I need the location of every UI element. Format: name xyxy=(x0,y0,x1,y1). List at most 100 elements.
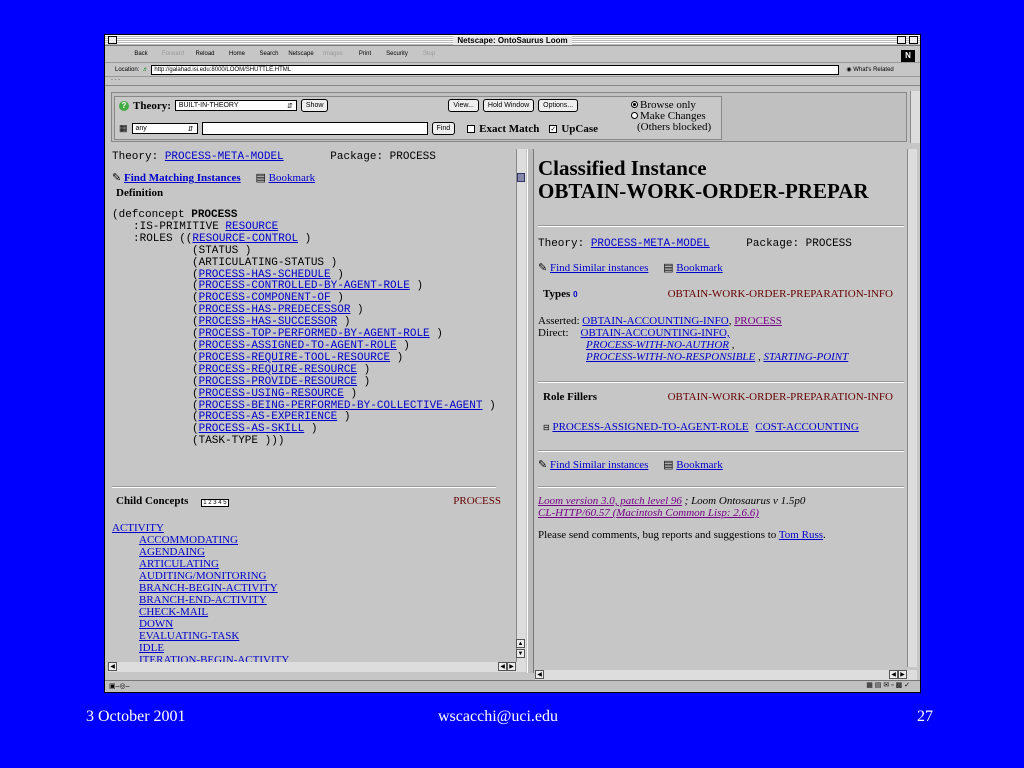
role-link[interactable]: PROCESS-AS-SKILL xyxy=(199,423,305,435)
nav-button-security[interactable]: Security xyxy=(381,51,413,57)
collapse-box-icon[interactable] xyxy=(909,36,918,44)
asserted-type-link[interactable]: OBTAIN-ACCOUNTING-INFO xyxy=(582,315,728,327)
direct-label: Direct: xyxy=(538,327,569,339)
zoom-box-icon[interactable] xyxy=(897,36,906,44)
role-link[interactable]: PROCESS-HAS-PREDECESSOR xyxy=(199,304,351,316)
make-changes-radio[interactable] xyxy=(631,112,638,119)
child-concept-link[interactable]: ARTICULATING xyxy=(139,558,219,570)
frame-divider[interactable] xyxy=(527,149,534,673)
find-similar-link[interactable]: Find Similar instances xyxy=(550,459,648,471)
role-link[interactable]: PROCESS-COMPONENT-OF xyxy=(199,292,331,304)
show-button[interactable]: Show xyxy=(300,99,329,112)
bookmark-link[interactable]: Bookmark xyxy=(676,459,722,471)
nav-button-reload[interactable]: Reload xyxy=(189,51,221,57)
level-selector-icon[interactable]: 1 2 3 4 5 xyxy=(201,499,229,507)
scroll-up-icon[interactable]: ▲ xyxy=(516,639,525,648)
left-pane-scrollbar[interactable]: ▲ ▼ xyxy=(516,149,526,663)
child-concept-link[interactable]: AUDITING/MONITORING xyxy=(139,570,267,582)
child-concept-link[interactable]: IDLE xyxy=(139,642,164,654)
child-concept-link[interactable]: DOWN xyxy=(139,618,173,630)
help-icon[interactable]: ? xyxy=(119,100,129,111)
role-link[interactable]: PROCESS-AS-EXPERIENCE xyxy=(199,411,338,423)
browse-only-radio[interactable] xyxy=(631,101,638,108)
role-link[interactable]: PROCESS-HAS-SCHEDULE xyxy=(199,269,331,281)
theory-select[interactable]: BUILT-IN-THEORY ⇵ xyxy=(174,100,297,111)
nav-button-netscape[interactable]: Netscape xyxy=(285,51,317,57)
nav-button-search[interactable]: Search xyxy=(253,51,285,57)
role-link[interactable]: PROCESS-REQUIRE-TOOL-RESOURCE xyxy=(199,352,390,364)
child-concept-link[interactable]: BRANCH-END-ACTIVITY xyxy=(139,594,267,606)
role-link[interactable]: PROCESS-USING-RESOURCE xyxy=(199,388,344,400)
hold-window-button[interactable]: Hold Window xyxy=(482,99,535,112)
role-link[interactable]: PROCESS-ASSIGNED-TO-AGENT-ROLE xyxy=(199,340,397,352)
role-link[interactable]: RESOURCE-CONTROL xyxy=(192,233,298,245)
scroll-thumb[interactable] xyxy=(517,173,525,182)
direct-type-link[interactable]: PROCESS-WITH-NO-RESPONSIBLE xyxy=(586,351,755,363)
activity-link[interactable]: ACTIVITY xyxy=(112,522,164,534)
theory-link[interactable]: PROCESS-META-MODEL xyxy=(591,238,710,250)
direct-type-link[interactable]: STARTING-POINT xyxy=(764,351,849,363)
component-bar-icons[interactable]: ▦ ▤ ✉ ▫ ▩ ✓ xyxy=(866,681,910,689)
view-button[interactable]: View... xyxy=(448,99,479,112)
collapse-icon[interactable]: ⊟ xyxy=(543,423,550,432)
role-link[interactable]: PROCESS-CONTROLLED-BY-AGENT-ROLE xyxy=(199,280,410,292)
role-fillers-instance-name: OBTAIN-WORK-ORDER-PREPARATION-INFO xyxy=(667,391,893,403)
title-bar[interactable]: Netscape: OntoSaurus Loom xyxy=(105,35,920,46)
child-concept-link[interactable]: ACCOMMODATING xyxy=(139,534,238,546)
direct-type-link[interactable]: PROCESS-WITH-NO-AUTHOR xyxy=(586,339,729,351)
scroll-right-icon[interactable]: ▶ xyxy=(507,662,516,671)
security-lock-icon[interactable]: ▣–◎– xyxy=(109,682,130,690)
bookmark-link[interactable]: Bookmark xyxy=(269,172,315,184)
scroll-down-icon[interactable]: ▼ xyxy=(516,649,525,658)
scroll-left-icon[interactable]: ◀ xyxy=(889,670,898,679)
child-concept-link[interactable]: CHECK-MAIL xyxy=(139,606,208,618)
scroll-left-icon[interactable]: ◀ xyxy=(108,662,117,671)
search-type-icon[interactable]: ▦ xyxy=(119,123,128,134)
nav-button-back[interactable]: Back xyxy=(125,51,157,57)
search-input[interactable] xyxy=(201,122,428,135)
left-horizontal-scrollbar[interactable]: ◀ ◀ ▶ xyxy=(108,662,526,672)
resource-link[interactable]: RESOURCE xyxy=(225,221,278,233)
types-badge[interactable]: 0 xyxy=(573,290,577,299)
whats-related-button[interactable]: ◉ What's Related xyxy=(846,66,893,73)
direct-type-link[interactable]: OBTAIN-ACCOUNTING-INFO, xyxy=(581,327,730,339)
url-field[interactable]: http://galahad.isi.edu:8000/LOOM/SHUTTLE… xyxy=(151,64,840,75)
search-scope-select[interactable]: any ⇵ xyxy=(131,123,198,134)
role-link[interactable]: PROCESS-PROVIDE-RESOURCE xyxy=(199,376,357,388)
right-pane-scrollbar[interactable] xyxy=(907,149,917,667)
right-horizontal-scrollbar[interactable]: ◀ ◀ ▶ xyxy=(535,670,917,680)
role-link[interactable]: PROCESS-TOP-PERFORMED-BY-AGENT-ROLE xyxy=(199,328,430,340)
find-matching-instances-link[interactable]: Find Matching Instances xyxy=(124,172,241,184)
scroll-right-icon[interactable]: ▶ xyxy=(898,670,907,679)
role-link[interactable]: PROCESS-ASSIGNED-TO-AGENT-ROLE xyxy=(552,421,748,433)
find-similar-link[interactable]: Find Similar instances xyxy=(550,262,648,274)
role-link[interactable]: PROCESS-HAS-SUCCESSOR xyxy=(199,316,338,328)
nav-button-home[interactable]: Home xyxy=(221,51,253,57)
role-link[interactable]: PROCESS-BEING-PERFORMED-BY-COLLECTIVE-AG… xyxy=(199,400,483,412)
child-concept-link[interactable]: EVALUATING-TASK xyxy=(139,630,239,642)
slide-email: wscacchi@uci.edu xyxy=(438,708,559,725)
role-link[interactable]: PROCESS-REQUIRE-RESOURCE xyxy=(199,364,357,376)
author-link[interactable]: Tom Russ xyxy=(779,529,823,541)
scroll-left-icon[interactable]: ◀ xyxy=(498,662,507,671)
bookmark-link[interactable]: Bookmark xyxy=(676,262,722,274)
exact-match-checkbox[interactable] xyxy=(467,124,476,133)
find-button[interactable]: Find xyxy=(431,122,456,135)
version-suffix: ; Loom Ontosaurus v 1.5p0 xyxy=(684,495,806,507)
child-concept-link[interactable]: BRANCH-BEGIN-ACTIVITY xyxy=(139,582,278,594)
version-link[interactable]: Loom version 3.0, patch level 96 xyxy=(538,495,682,507)
asserted-type-link[interactable]: PROCESS xyxy=(734,315,782,327)
upcase-checkbox[interactable]: ✓ xyxy=(549,124,558,133)
control-frame-scrollbar[interactable] xyxy=(910,91,920,143)
close-box-icon[interactable] xyxy=(108,36,117,44)
netscape-logo-icon[interactable]: N xyxy=(901,50,915,62)
cl-http-link[interactable]: CL-HTTP/60.57 (Macintosh Common Lisp: 2.… xyxy=(538,507,759,519)
scroll-left-icon[interactable]: ◀ xyxy=(535,670,544,679)
theory-link[interactable]: PROCESS-META-MODEL xyxy=(165,151,284,163)
list-item: IDLE xyxy=(139,642,289,654)
nav-button-print[interactable]: Print xyxy=(349,51,381,57)
page-proxy-icon[interactable]: ♬ xyxy=(142,67,148,73)
role-filler-link[interactable]: COST-ACCOUNTING xyxy=(755,421,859,433)
child-concept-link[interactable]: AGENDAING xyxy=(139,546,205,558)
options-button[interactable]: Options... xyxy=(538,99,579,112)
